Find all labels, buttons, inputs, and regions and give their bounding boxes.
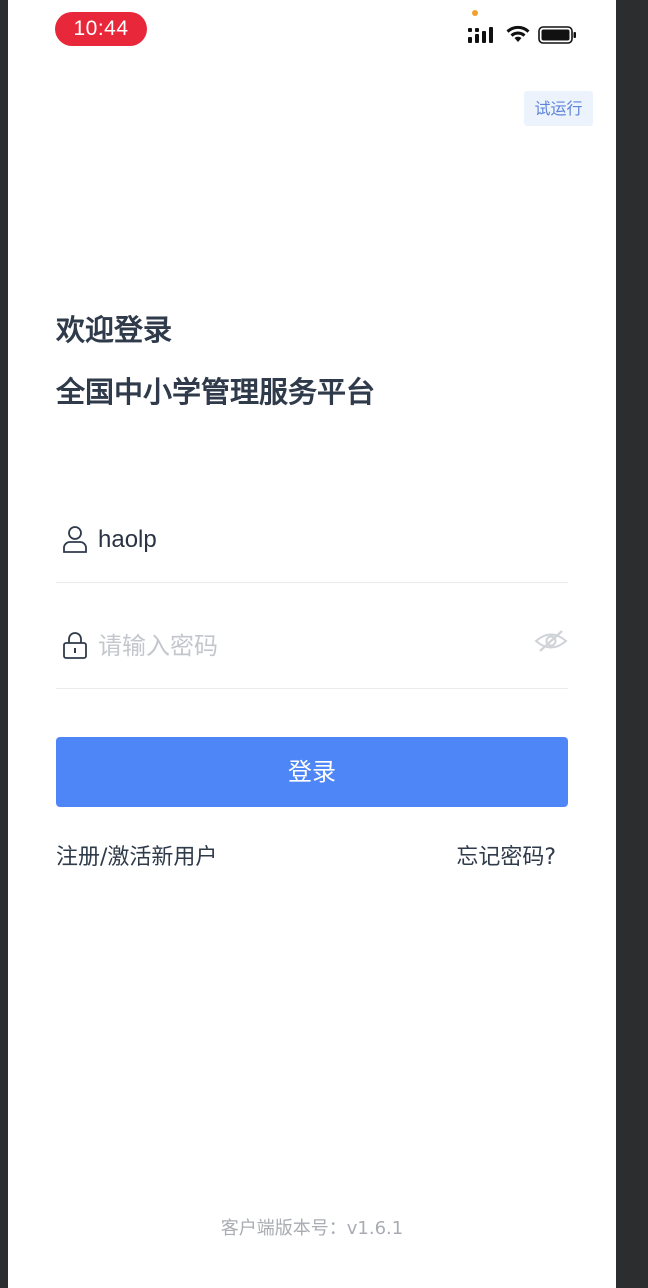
eye-hidden-icon[interactable]	[534, 626, 568, 656]
username-value[interactable]: haolp	[98, 522, 157, 558]
client-version-text: 客户端版本号：v1.6.1	[220, 1218, 404, 1239]
forgot-password-link[interactable]: 忘记密码?	[456, 840, 556, 876]
password-input[interactable]	[98, 626, 518, 666]
login-button[interactable]: 登录	[56, 737, 568, 807]
register-activate-link[interactable]: 注册/激活新用户	[56, 840, 217, 876]
cellular-signal-icon	[468, 27, 493, 43]
trial-run-badge[interactable]: 试运行	[524, 91, 593, 126]
username-field[interactable]: haolp	[56, 512, 568, 583]
wifi-icon	[506, 25, 530, 42]
lock-icon	[63, 632, 87, 659]
privacy-indicator-dot	[472, 10, 478, 16]
platform-title: 全国中小学管理服务平台	[56, 375, 376, 409]
battery-icon	[538, 26, 576, 44]
password-field[interactable]	[56, 618, 568, 689]
user-icon	[63, 526, 87, 553]
device-frame: 10:44 试运行 欢迎登录 全国中小学管理服务平台 haolp 登录 注册/激…	[0, 0, 648, 1288]
app-screen: 10:44 试运行 欢迎登录 全国中小学管理服务平台 haolp 登录 注册/激…	[8, 0, 616, 1288]
welcome-heading: 欢迎登录	[56, 313, 173, 347]
status-time: 10:44	[55, 12, 147, 46]
